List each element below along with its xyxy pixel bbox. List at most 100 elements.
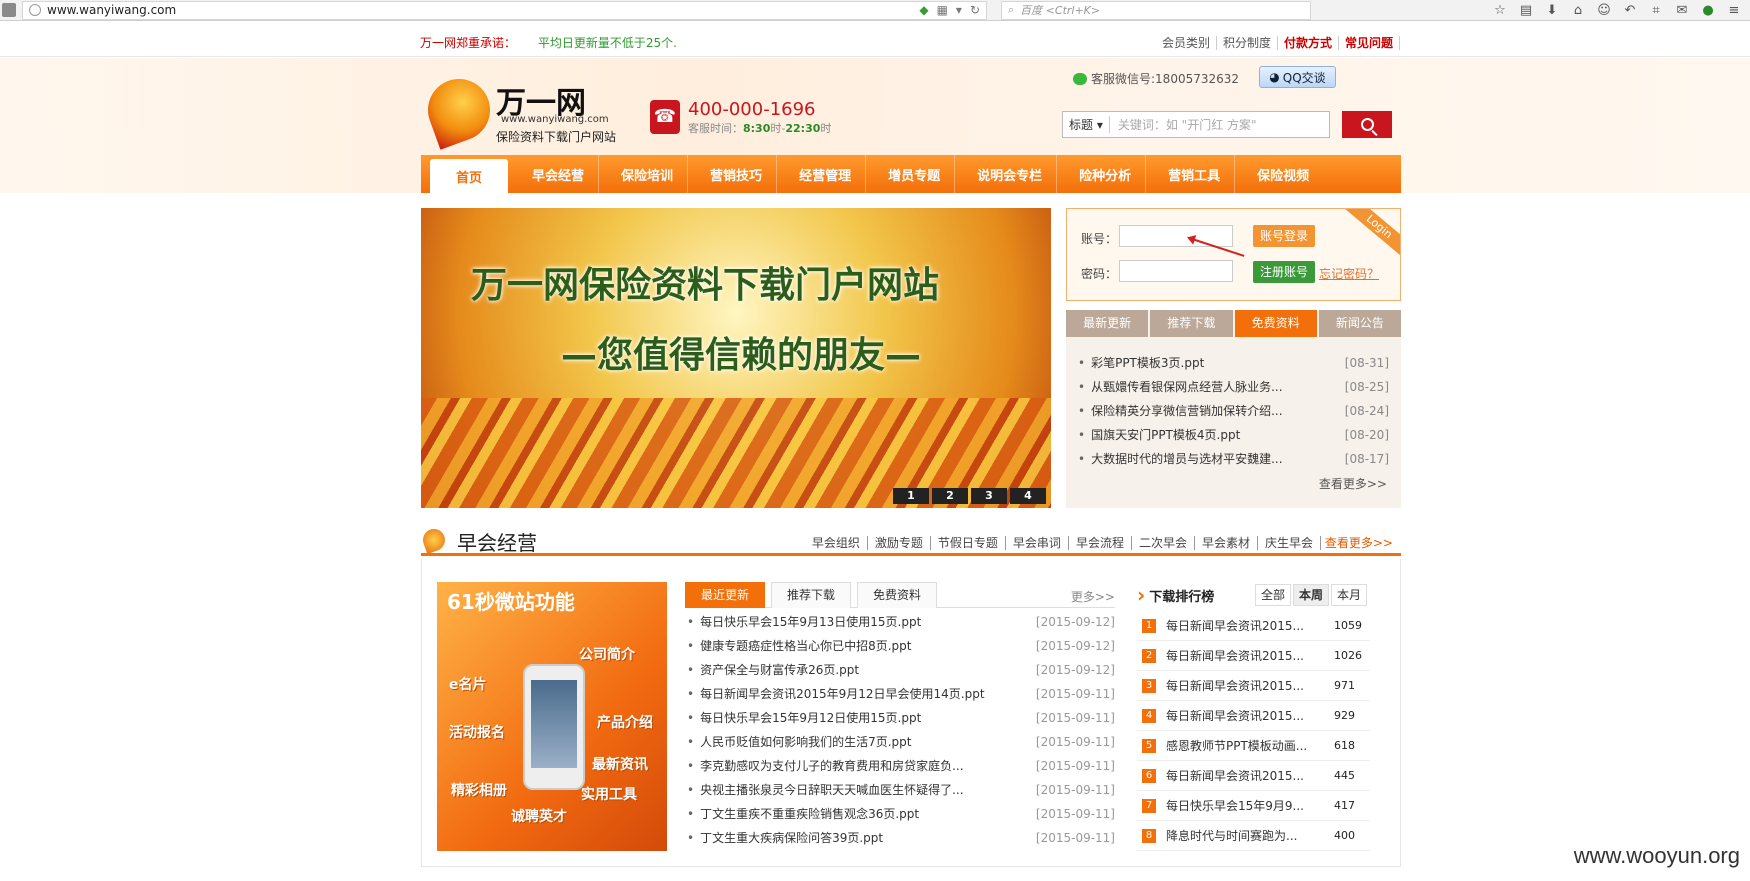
password-input[interactable] [1119,260,1233,282]
account-input[interactable] [1119,225,1233,247]
tab-recommended[interactable]: 推荐下载 [771,582,851,608]
list-item[interactable]: 每日新闻早会资讯2015年9月12日早会使用14页.ppt[2015-09-11… [685,682,1115,706]
site-search-box: 标题 ▾ 关键词：如 "开门红 方案" [1062,111,1330,138]
main-nav: 首页 早会经营 保险培训 营销技巧 经营管理 增员专题 说明会专栏 险种分析 营… [421,155,1401,193]
hero-banner[interactable]: 万一网保险资料下载门户网站 —您值得信赖的朋友— 1 2 3 4 [421,208,1051,508]
tab-latest[interactable]: 最新更新 [1066,310,1149,337]
menu-icon[interactable] [2,3,16,17]
list-item[interactable]: 丁文生重大疾病保险问答39页.ppt[2015-09-11] [685,826,1115,850]
crop-icon[interactable]: ⌗ [1648,2,1664,18]
list-item[interactable]: 丁文生重疾不重重疾险销售观念36页.ppt[2015-09-11] [685,802,1115,826]
globe-icon [29,4,41,16]
home-icon[interactable]: ⌂ [1570,2,1586,18]
rank-row[interactable]: 4 每日新闻早会资讯2015... 929 [1137,701,1370,731]
list-item[interactable]: 人民币贬值如何影响我们的生活7页.ppt[2015-09-11] [685,730,1115,754]
forgot-password-link[interactable]: 忘记密码？ [1319,265,1379,282]
tab-news[interactable]: 新闻公告 [1318,310,1401,337]
nav-sales-skills[interactable]: 营销技巧 [696,155,778,193]
rank-row[interactable]: 3 每日新闻早会资讯2015... 971 [1137,671,1370,701]
nav-management[interactable]: 经营管理 [785,155,867,193]
tab-free[interactable]: 免费资料 [1234,310,1317,337]
undo-icon[interactable]: ↶ [1622,2,1638,18]
banner-headline: 万一网保险资料下载门户网站 [471,265,940,306]
list-item[interactable]: 央视主播张泉灵今日辞职天天喊血医生怀疑得了...[2015-09-11] [685,778,1115,802]
nav-home[interactable]: 首页 [430,159,509,193]
tab-free[interactable]: 免费资料 [857,582,937,608]
nav-morning-meeting[interactable]: 早会经营 [518,155,600,193]
nav-videos[interactable]: 保险视频 [1243,155,1323,193]
list-item[interactable]: 李克勤感叹为支付儿子的教育费用和房贷家庭负...[2015-09-11] [685,754,1115,778]
address-bar[interactable]: www.wanyiwang.com ◆ ▦ ▾ ↻ [22,0,987,20]
wechat-id: 客服微信号:18005732632 [1091,72,1240,86]
rank-tab-month[interactable]: 本月 [1331,584,1367,606]
list-item[interactable]: 每日快乐早会15年9月12日使用15页.ppt[2015-09-11] [685,706,1115,730]
rank-tab-week[interactable]: 本周 [1293,584,1329,606]
register-button[interactable]: 注册账号 [1253,261,1316,283]
qq-chat-button[interactable]: ◕ QQ交谈 [1259,66,1336,88]
qr-icon[interactable]: ▦ [937,3,948,17]
banner-page-3[interactable]: 3 [971,488,1007,504]
latest-more-link[interactable]: 更多>> [1071,588,1115,605]
section-link[interactable]: 庆生早会 [1257,536,1321,550]
search-input[interactable]: 关键词：如 "开门红 方案" [1110,116,1257,133]
list-item[interactable]: 保险精英分享微信营销加保转介绍...[08-24] [1078,399,1389,423]
nav-seminar[interactable]: 说明会专栏 [963,155,1058,193]
section-link[interactable]: 节假日专题 [930,536,1006,550]
rank-row[interactable]: 5 感恩教师节PPT模板动画... 618 [1137,731,1370,761]
rank-row[interactable]: 7 每日快乐早会15年9月9... 417 [1137,791,1370,821]
link-points[interactable]: 积分制度 [1216,36,1278,50]
overflow-menu-icon[interactable]: ≡ [1726,2,1742,18]
reload-icon[interactable]: ↻ [970,3,980,17]
promise-label: 万一网郑重承诺： [420,36,517,50]
promo-image[interactable]: 61秒微站功能 公司简介 e名片 产品介绍 活动报名 最新资讯 精彩相册 实用工… [437,582,667,851]
list-item[interactable]: 彩笔PPT模板3页.ppt[08-31] [1078,351,1389,375]
link-payment[interactable]: 付款方式 [1277,36,1339,50]
section-link[interactable]: 二次早会 [1131,536,1195,550]
section-link[interactable]: 早会组织 [804,536,868,550]
banner-page-2[interactable]: 2 [932,488,968,504]
section-link[interactable]: 早会素材 [1194,536,1258,550]
login-button[interactable]: 账号登录 [1253,225,1316,247]
search-type-select[interactable]: 标题 ▾ [1063,116,1110,133]
nav-training[interactable]: 保险培训 [607,155,689,193]
nav-sales-tools[interactable]: 营销工具 [1154,155,1236,193]
banner-page-4[interactable]: 4 [1010,488,1046,504]
section-link[interactable]: 早会流程 [1068,536,1132,550]
download-icon[interactable]: ⬇ [1544,2,1560,18]
message-icon[interactable]: ✉ [1674,2,1690,18]
tab-recommended[interactable]: 推荐下载 [1150,310,1233,337]
section-link[interactable]: 早会串词 [1005,536,1069,550]
nav-product-analysis[interactable]: 险种分析 [1065,155,1147,193]
rank-row[interactable]: 1 每日新闻早会资讯2015... 1059 [1137,611,1370,641]
nav-recruiting[interactable]: 增员专题 [874,155,956,193]
link-faq[interactable]: 常见问题 [1338,36,1400,50]
list-item[interactable]: 资产保全与财富传承26页.ppt[2015-09-12] [685,658,1115,682]
list-item[interactable]: 从甄嬛传看银保网点经营人脉业务...[08-25] [1078,375,1389,399]
rank-row[interactable]: 6 每日新闻早会资讯2015... 445 [1137,761,1370,791]
watermark: www.wooyun.org [1573,843,1740,868]
list-item[interactable]: 健康专题癌症性格当心你已中招8页.ppt[2015-09-12] [685,634,1115,658]
section-link[interactable]: 激励专题 [867,536,931,550]
browser-search-box[interactable]: ⌕ 百度 <Ctrl+K> [1001,0,1311,20]
list-item[interactable]: 每日快乐早会15年9月13日使用15页.ppt[2015-09-12] [685,610,1115,634]
site-logo[interactable]: 万一网 www.wanyiwang.com 保险资料下载门户网站 [419,70,628,150]
rank-row[interactable]: 8 降息时代与时间赛跑为... 400 [1137,821,1370,851]
extension-icon[interactable]: ● [1700,2,1716,18]
phone-icon: ☎ [650,100,680,134]
browser-toolbar: www.wanyiwang.com ◆ ▦ ▾ ↻ ⌕ 百度 <Ctrl+K> … [0,0,1750,21]
link-member-types[interactable]: 会员类别 [1155,36,1217,50]
chat-icon[interactable]: ☺ [1596,2,1612,18]
rank-tab-all[interactable]: 全部 [1255,584,1291,606]
top-bar: 万一网郑重承诺： 平均日更新量不低于25个. 会员类别 积分制度 付款方式 常见问题 [0,21,1750,57]
side-more-link[interactable]: 查看更多>> [1319,475,1387,492]
section-more-link[interactable]: 查看更多>> [1325,534,1393,551]
tab-recent[interactable]: 最近更新 [685,582,765,608]
banner-page-1[interactable]: 1 [893,488,929,504]
rank-row[interactable]: 2 每日新闻早会资讯2015... 1026 [1137,641,1370,671]
reading-list-icon[interactable]: ▤ [1518,2,1534,18]
dropdown-icon[interactable]: ▾ [956,3,962,17]
search-button[interactable] [1342,111,1392,138]
list-item[interactable]: 大数据时代的增员与选材平安魏建...[08-17] [1078,447,1389,471]
list-item[interactable]: 国旗天安门PPT模板4页.ppt[08-20] [1078,423,1389,447]
bookmark-star-icon[interactable]: ☆ [1492,2,1508,18]
